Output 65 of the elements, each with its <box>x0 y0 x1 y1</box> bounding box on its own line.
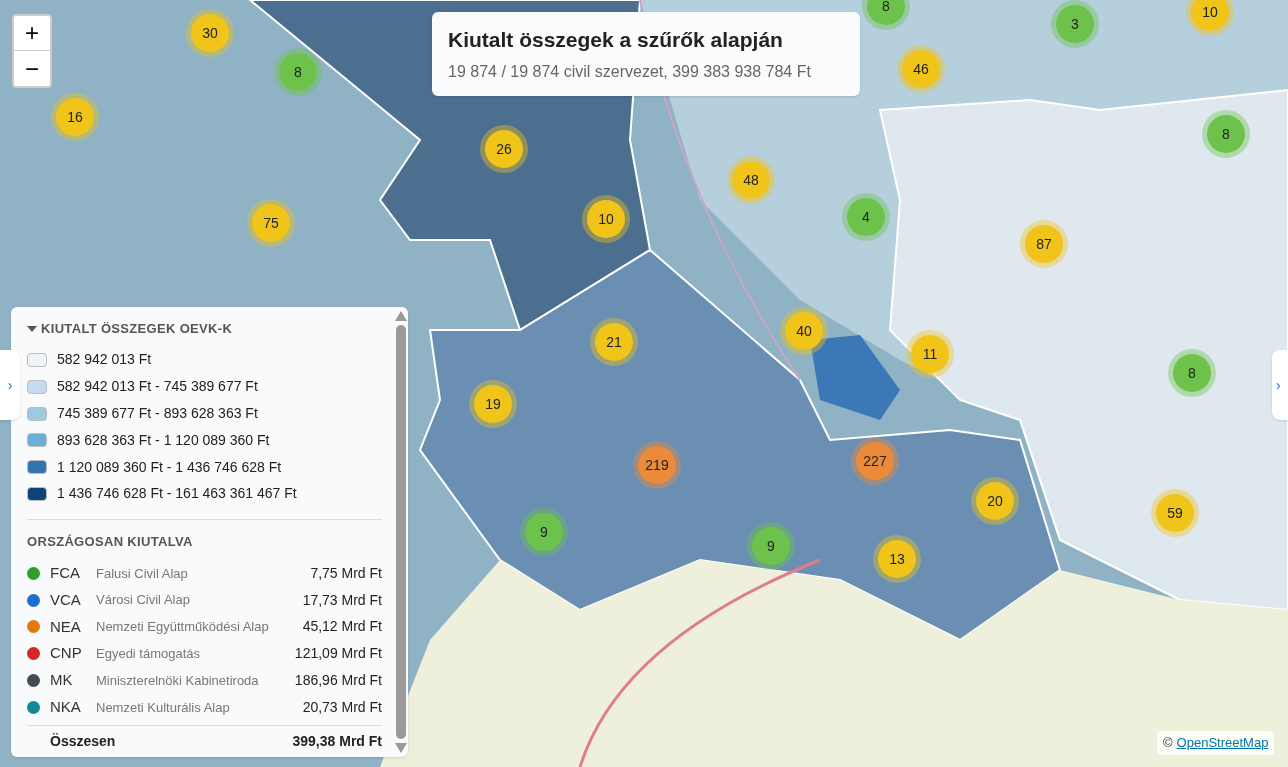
cluster-marker[interactable]: 3 <box>1051 0 1099 48</box>
fund-name: Falusi Civil Alap <box>96 564 189 583</box>
cluster-marker[interactable]: 8 <box>862 0 910 30</box>
cluster-marker[interactable]: 30 <box>186 9 234 57</box>
fund-amount: 7,75 Mrd Ft <box>310 563 382 583</box>
zoom-out-button[interactable]: − <box>14 51 50 86</box>
cluster-marker[interactable]: 10 <box>582 195 630 243</box>
cluster-marker[interactable]: 8 <box>1168 349 1216 397</box>
fund-name: Nemzeti Együttműködési Alap <box>96 618 270 637</box>
info-title: Kiutalt összegek a szűrők alapján <box>448 27 784 53</box>
fund-amount: 186,96 Mrd Ft <box>294 671 382 691</box>
cluster-marker[interactable]: 219 <box>633 441 681 489</box>
cluster-marker[interactable]: 8 <box>274 48 322 96</box>
fund-name: Miniszterelnöki Kabinetiroda <box>96 671 260 690</box>
scroll-down-icon[interactable] <box>395 743 407 753</box>
legend-title[interactable]: KIUTALT ÖSSZEGEK OEVK-K <box>41 319 233 339</box>
fund-amount: 20,73 Mrd Ft <box>302 697 382 717</box>
cluster-marker[interactable]: 20 <box>971 477 1019 525</box>
cluster-marker[interactable]: 75 <box>247 199 295 247</box>
range-label: 582 942 013 Ft - 745 389 677 Ft <box>57 377 258 397</box>
cluster-marker[interactable]: 9 <box>520 508 568 556</box>
left-panel-toggle[interactable]: › <box>0 350 20 420</box>
cluster-marker[interactable]: 87 <box>1020 220 1068 268</box>
caret-icon[interactable] <box>27 324 37 333</box>
copyright-symbol: © <box>1163 734 1173 752</box>
range-label: 745 389 677 Ft - 893 628 363 Ft <box>57 404 258 424</box>
scroll-up-icon[interactable] <box>395 311 407 321</box>
cluster-marker[interactable]: 9 <box>747 522 795 570</box>
cluster-marker[interactable]: 46 <box>897 45 945 93</box>
cluster-marker[interactable]: 19 <box>469 380 517 428</box>
fund-name: Egyedi támogatás <box>96 644 202 663</box>
fund-amount: 17,73 Mrd Ft <box>302 590 382 610</box>
cluster-marker[interactable]: 11 <box>906 330 954 378</box>
cluster-marker[interactable]: 10 <box>1186 0 1234 36</box>
fund-code: VCA <box>50 589 82 610</box>
fund-code: FCA <box>50 563 81 584</box>
fund-amount: 121,09 Mrd Ft <box>294 644 382 664</box>
cluster-marker[interactable]: 40 <box>780 307 828 355</box>
total-amount: 399,38 Mrd Ft <box>292 731 382 751</box>
cluster-marker[interactable]: 4 <box>842 193 890 241</box>
fund-code: NKA <box>50 697 82 718</box>
openstreetmap-link[interactable]: OpenStreetMap <box>1176 733 1269 753</box>
zoom-in-button[interactable]: + <box>14 16 50 51</box>
cluster-marker[interactable]: 227 <box>851 437 899 485</box>
right-panel-toggle[interactable]: › <box>1272 350 1288 420</box>
fund-name: Nemzeti Kulturális Alap <box>96 698 231 717</box>
fund-amount: 45,12 Mrd Ft <box>302 617 382 637</box>
cluster-marker[interactable]: 8 <box>1202 110 1250 158</box>
range-label: 893 628 363 Ft - 1 120 089 360 Ft <box>57 430 270 450</box>
cluster-marker[interactable]: 16 <box>51 93 99 141</box>
fund-code: CNP <box>50 643 83 664</box>
cluster-marker[interactable]: 13 <box>873 535 921 583</box>
cluster-marker[interactable]: 26 <box>480 125 528 173</box>
fund-code: NEA <box>50 616 82 637</box>
range-label: 1 436 746 628 Ft - 161 463 361 467 Ft <box>57 484 297 504</box>
cluster-marker[interactable]: 59 <box>1151 489 1199 537</box>
info-subtitle: 19 874 / 19 874 civil szervezet, 399 383 938 784 Ft <box>448 61 812 82</box>
cluster-marker[interactable]: 21 <box>590 318 638 366</box>
cluster-marker[interactable]: 48 <box>727 156 775 204</box>
range-label: 582 942 013 Ft <box>57 350 152 370</box>
range-label: 1 120 089 360 Ft - 1 436 746 628 Ft <box>57 457 282 477</box>
national-title: ORSZÁGOSAN KIUTALVA <box>27 533 194 552</box>
total-label: Összesen <box>50 731 117 751</box>
fund-name: Városi Civil Alap <box>96 591 191 610</box>
fund-code: MK <box>50 670 74 691</box>
